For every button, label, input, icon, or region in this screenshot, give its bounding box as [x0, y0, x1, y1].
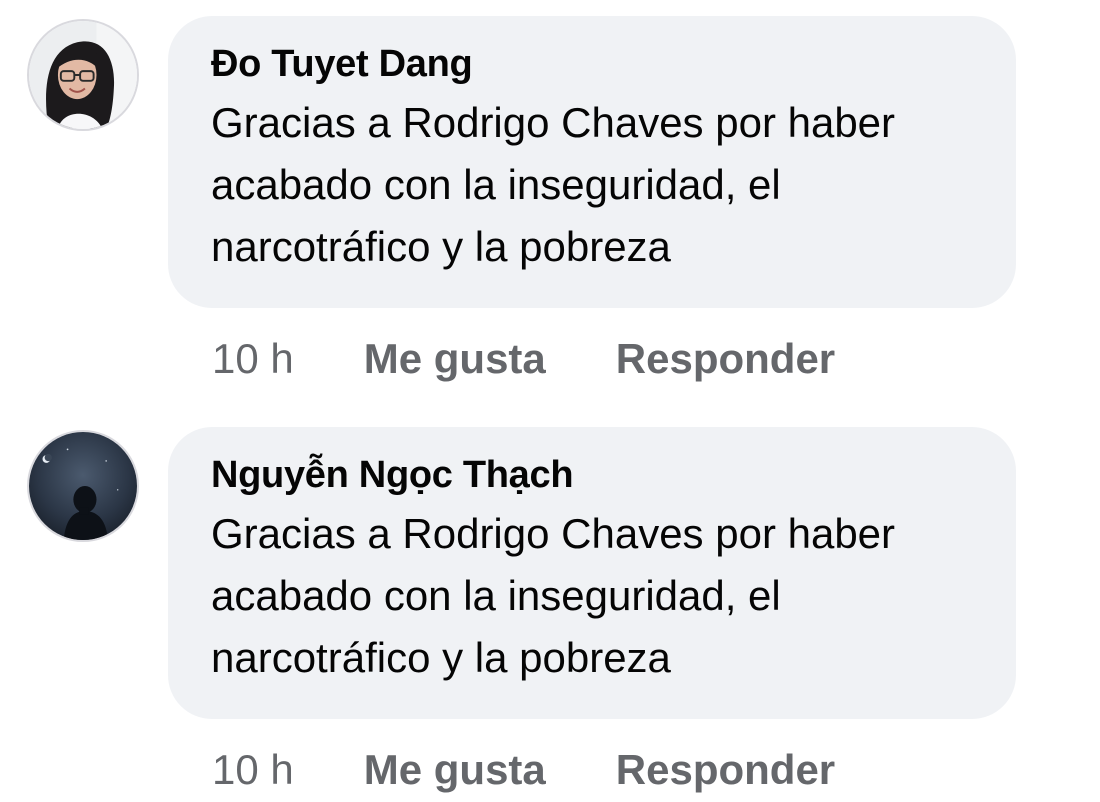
- profile-photo-icon: [29, 21, 137, 129]
- comment-author[interactable]: Nguyễn Ngọc Thạch: [211, 451, 976, 499]
- reply-button[interactable]: Responder: [616, 746, 835, 794]
- avatar[interactable]: [27, 19, 139, 131]
- like-button[interactable]: Me gusta: [364, 335, 546, 383]
- comment-timestamp[interactable]: 10 h: [212, 746, 294, 794]
- comment-bubble: Nguyễn Ngọc Thạch Gracias a Rodrigo Chav…: [168, 427, 1016, 719]
- profile-photo-icon: [29, 432, 137, 540]
- comment-text: Gracias a Rodrigo Chaves por haber acaba…: [211, 510, 896, 681]
- comment-author[interactable]: Đo Tuyet Dang: [211, 40, 976, 88]
- comment-actions: 10 h Me gusta Responder: [212, 329, 835, 389]
- comment-bubble: Đo Tuyet Dang Gracias a Rodrigo Chaves p…: [168, 16, 1016, 308]
- avatar[interactable]: [27, 430, 139, 542]
- comment-text: Gracias a Rodrigo Chaves por haber acaba…: [211, 99, 896, 270]
- comment-actions: 10 h Me gusta Responder: [212, 740, 835, 800]
- like-button[interactable]: Me gusta: [364, 746, 546, 794]
- comment-timestamp[interactable]: 10 h: [212, 335, 294, 383]
- reply-button[interactable]: Responder: [616, 335, 835, 383]
